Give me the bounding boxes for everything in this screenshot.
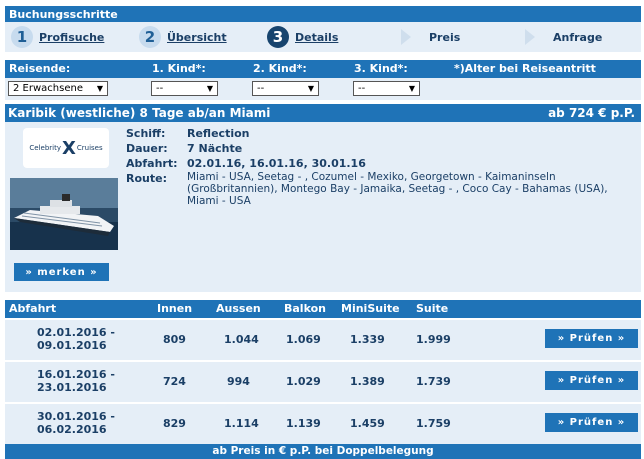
row-date-to: 23.01.2016 — [37, 381, 107, 394]
dropdown-arrow-icon: ▼ — [96, 84, 103, 93]
row-aussen: 1.114 — [224, 417, 259, 430]
row-innen: 809 — [163, 333, 186, 346]
chevron-right-icon — [525, 29, 535, 45]
route-label: Route: — [126, 172, 167, 185]
kind3-select-value: -- — [358, 83, 366, 94]
cruise-title: Karibik (westliche) 8 Tage ab/an Miami — [8, 106, 271, 120]
step-number-1: 1 — [11, 26, 33, 48]
col-minisuite: MiniSuite — [341, 302, 400, 315]
step-profisuche[interactable]: 1 Profisuche — [11, 24, 104, 50]
ship-value: Reflection — [187, 127, 250, 140]
steps-title: Buchungsschritte — [5, 6, 641, 22]
col-suite: Suite — [416, 302, 449, 315]
row-date-from: 30.01.2016 - — [37, 410, 115, 423]
step-number-3: 3 — [267, 26, 289, 48]
row-innen: 829 — [163, 417, 186, 430]
route-value: Miami - USA, Seetag - , Cozumel - Mexiko… — [187, 171, 608, 207]
duration-value: 7 Nächte — [187, 142, 243, 155]
logo-text-left: Celebrity — [29, 144, 61, 152]
kind1-label: 1. Kind*: — [152, 62, 206, 75]
step-preis: Preis — [401, 24, 460, 50]
reisende-select[interactable]: 2 Erwachsene ▼ — [8, 81, 108, 96]
row-balkon: 1.139 — [286, 417, 321, 430]
departure-label: Abfahrt: — [126, 157, 178, 170]
table-row: 16.01.2016 - 23.01.2016 724 994 1.029 1.… — [5, 362, 641, 402]
celebrity-cruises-logo: Celebrity X Cruises — [23, 128, 109, 168]
logo-text-right: Cruises — [76, 144, 103, 152]
step-link-profisuche[interactable]: Profisuche — [39, 31, 104, 44]
table-row: 02.01.2016 - 09.01.2016 809 1.044 1.069 … — [5, 320, 641, 360]
step-number-2: 2 — [139, 26, 161, 48]
row-balkon: 1.069 — [286, 333, 321, 346]
chevron-right-icon — [401, 29, 411, 45]
row-aussen: 994 — [227, 375, 250, 388]
departure-value: 02.01.16, 16.01.16, 30.01.16 — [187, 157, 366, 170]
reisende-label: Reisende: — [9, 62, 71, 75]
price-footer-note: ab Preis in € p.P. bei Doppelbelegung — [5, 444, 641, 459]
duration-label: Dauer: — [126, 142, 168, 155]
ship-image — [10, 178, 118, 250]
cruise-info: Schiff: Reflection Dauer: 7 Nächte Abfah… — [126, 126, 639, 207]
row-date-from: 02.01.2016 - — [37, 326, 115, 339]
age-note: *)Alter bei Reiseantritt — [454, 62, 596, 75]
step-anfrage: Anfrage — [525, 24, 602, 50]
step-link-uebersicht[interactable]: Übersicht — [167, 31, 227, 44]
row-date-to: 09.01.2016 — [37, 339, 107, 352]
step-label-anfrage: Anfrage — [553, 30, 603, 44]
kind3-select[interactable]: -- ▼ — [353, 81, 420, 96]
row-balkon: 1.029 — [286, 375, 321, 388]
kind2-select[interactable]: -- ▼ — [252, 81, 319, 96]
row-suite: 1.759 — [416, 417, 451, 430]
logo-x: X — [61, 137, 76, 159]
dropdown-arrow-icon: ▼ — [206, 84, 213, 93]
kind1-select[interactable]: -- ▼ — [151, 81, 218, 96]
row-minisuite: 1.339 — [350, 333, 385, 346]
cruise-price: ab 724 € p.P. — [548, 106, 635, 120]
row-date-from: 16.01.2016 - — [37, 368, 115, 381]
col-abfahrt: Abfahrt — [9, 302, 57, 315]
price-table-header: Abfahrt Innen Aussen Balkon MiniSuite Su… — [5, 300, 641, 318]
step-link-details[interactable]: Details — [295, 31, 338, 44]
table-row: 30.01.2016 - 06.02.2016 829 1.114 1.139 … — [5, 404, 641, 444]
reisende-select-value: 2 Erwachsene — [13, 83, 83, 94]
traveler-filter-header: Reisende: 1. Kind*: 2. Kind*: 3. Kind*: … — [5, 60, 641, 78]
kind3-label: 3. Kind*: — [354, 62, 408, 75]
traveler-filter-row: 2 Erwachsene ▼ -- ▼ -- ▼ -- ▼ — [5, 78, 641, 100]
row-minisuite: 1.389 — [350, 375, 385, 388]
booking-steps: 1 Profisuche 2 Übersicht 3 Details Preis… — [5, 22, 641, 52]
col-innen: Innen — [157, 302, 193, 315]
row-suite: 1.999 — [416, 333, 451, 346]
cruise-header: Karibik (westliche) 8 Tage ab/an Miami a… — [5, 104, 641, 122]
step-uebersicht[interactable]: 2 Übersicht — [139, 24, 227, 50]
pruefen-button[interactable]: » Prüfen » — [545, 371, 638, 390]
row-date-to: 06.02.2016 — [37, 423, 107, 436]
kind1-select-value: -- — [156, 83, 164, 94]
row-minisuite: 1.459 — [350, 417, 385, 430]
col-aussen: Aussen — [216, 302, 261, 315]
pruefen-button[interactable]: » Prüfen » — [545, 329, 638, 348]
pruefen-button[interactable]: » Prüfen » — [545, 413, 638, 432]
row-innen: 724 — [163, 375, 186, 388]
dropdown-arrow-icon: ▼ — [307, 84, 314, 93]
dropdown-arrow-icon: ▼ — [408, 84, 415, 93]
row-aussen: 1.044 — [224, 333, 259, 346]
cruise-details-panel: Celebrity X Cruises » merken » Schiff: R… — [5, 122, 641, 292]
merken-button[interactable]: » merken » — [14, 263, 109, 281]
kind2-select-value: -- — [257, 83, 265, 94]
col-balkon: Balkon — [284, 302, 326, 315]
row-suite: 1.739 — [416, 375, 451, 388]
step-details[interactable]: 3 Details — [267, 24, 338, 50]
ship-label: Schiff: — [126, 127, 166, 140]
step-label-preis: Preis — [429, 30, 461, 44]
kind2-label: 2. Kind*: — [253, 62, 307, 75]
